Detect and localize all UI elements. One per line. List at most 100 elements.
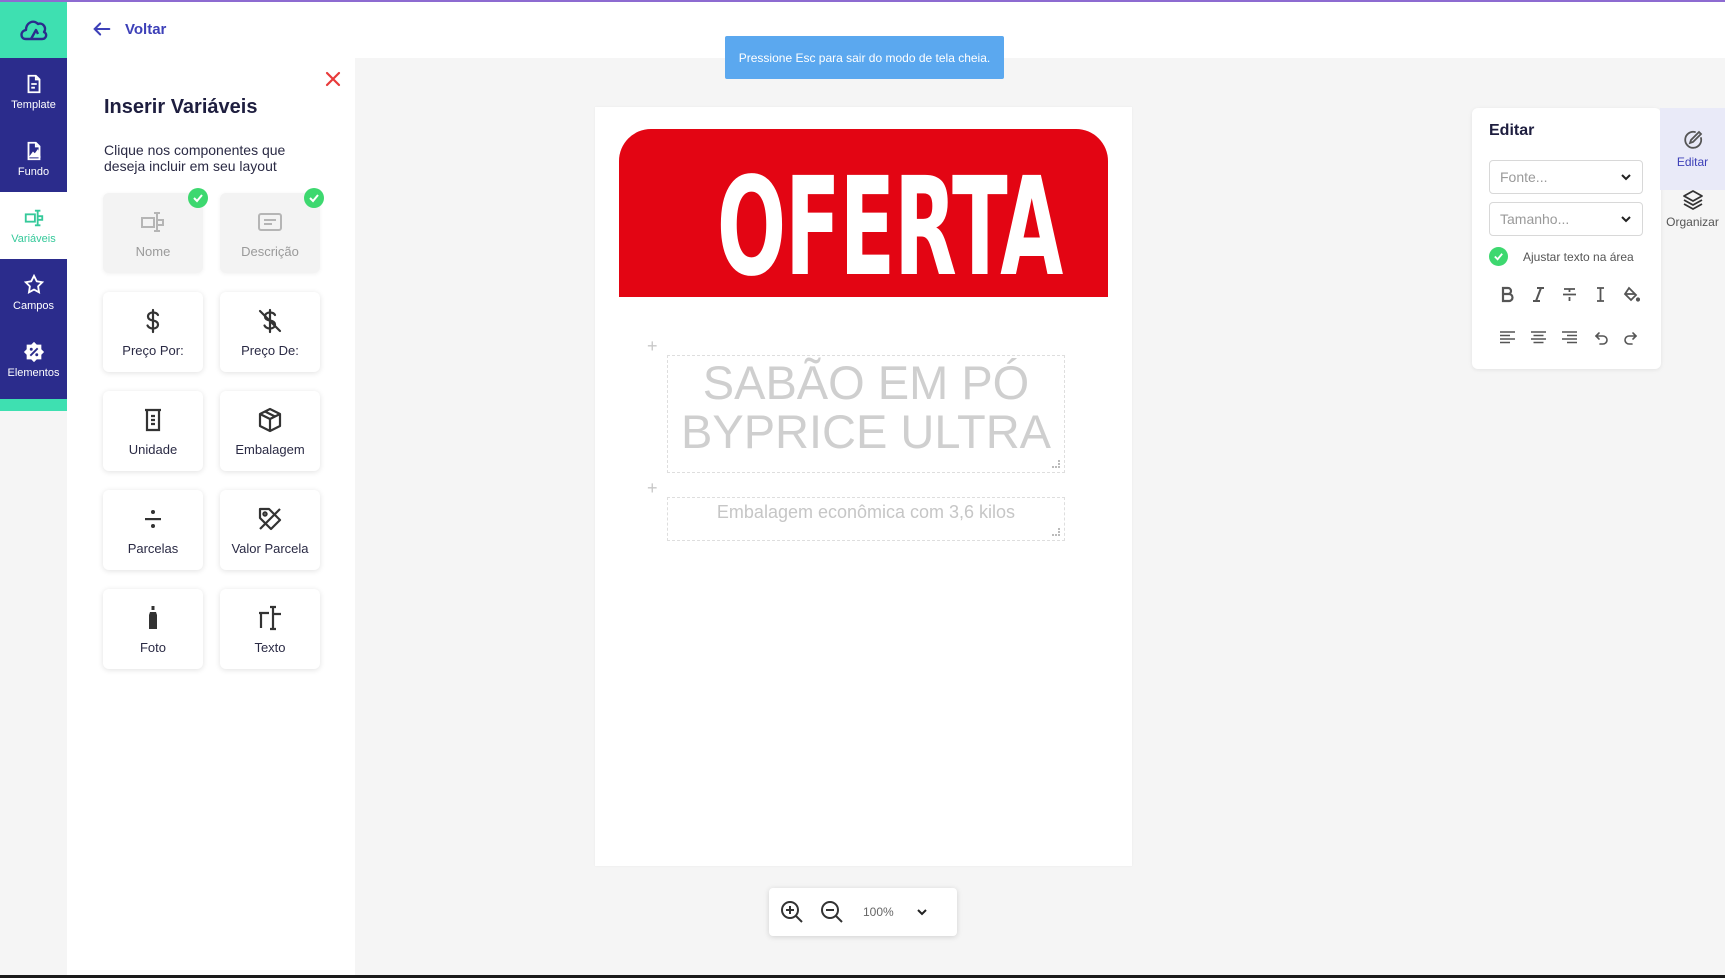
variable-card-parcelas[interactable]: Parcelas: [103, 490, 203, 570]
layers-icon: [1682, 190, 1703, 210]
zoom-controls: 100%: [769, 888, 957, 936]
elements-icon: [23, 341, 44, 362]
variable-card-texto[interactable]: Texto: [220, 589, 320, 669]
selected-check-icon: [188, 188, 208, 208]
move-handle-icon[interactable]: +: [647, 337, 658, 355]
fit-text-row: Ajustar texto na área: [1489, 247, 1634, 266]
resize-handle-icon[interactable]: [1052, 528, 1060, 536]
strikethrough-button[interactable]: [1554, 282, 1585, 306]
close-icon[interactable]: [324, 70, 342, 88]
tab-organizar-label: Organizar: [1666, 215, 1719, 229]
image-icon: [27, 141, 41, 160]
variable-card-embalagem[interactable]: Embalagem: [220, 391, 320, 471]
nav-item-fundo[interactable]: Fundo: [0, 125, 67, 192]
tab-organizar[interactable]: Organizar: [1660, 168, 1725, 250]
dollar-off-icon: [258, 308, 282, 333]
variable-card-preco-por[interactable]: Preço Por:: [103, 292, 203, 372]
nav-label-campos: Campos: [13, 299, 54, 312]
nav-item-template[interactable]: Template: [0, 58, 67, 125]
variable-card-nome[interactable]: Nome: [103, 193, 203, 273]
editor-screen: Template Fundo Variáveis Campos Elemento…: [0, 0, 1725, 978]
card-label: Parcelas: [127, 540, 179, 556]
font-select-placeholder: Fonte...: [1500, 169, 1548, 185]
move-handle-icon[interactable]: +: [647, 479, 658, 497]
fit-text-label: Ajustar texto na área: [1523, 249, 1634, 264]
card-label: Texto: [254, 639, 286, 655]
variable-card-unidade[interactable]: Unidade: [103, 391, 203, 471]
bottle-icon: [149, 605, 157, 629]
nav-menu: Template Fundo Variáveis Campos Elemento…: [0, 58, 67, 410]
variable-card-descricao[interactable]: Descrição: [220, 193, 320, 273]
italic-button[interactable]: [1523, 282, 1554, 306]
fit-text-toggle[interactable]: [1489, 247, 1508, 266]
left-rail: Template Fundo Variáveis Campos Elemento…: [0, 0, 67, 978]
undo-button[interactable]: [1585, 325, 1616, 349]
variable-card-foto[interactable]: Foto: [103, 589, 203, 669]
nav-label-template: Template: [11, 98, 56, 111]
card-label: Descrição: [241, 243, 299, 259]
undo-icon: [1594, 331, 1608, 345]
check-icon: [1494, 253, 1503, 261]
offer-banner-text: OFERTA: [716, 149, 1063, 297]
variable-card-preco-de[interactable]: Preço De:: [220, 292, 320, 372]
panel-title: Inserir Variáveis: [104, 96, 258, 118]
variable-card-valor-parcela[interactable]: Valor Parcela: [220, 490, 320, 570]
resize-handle-icon[interactable]: [1052, 460, 1060, 468]
strikethrough-icon: [1563, 287, 1576, 301]
card-label: Unidade: [128, 441, 178, 457]
card-label: Preço Por:: [122, 342, 184, 358]
tab-editar-label: Editar: [1676, 155, 1709, 169]
variables-panel: Inserir Variáveis Clique nos componentes…: [67, 58, 355, 975]
align-center-button[interactable]: [1523, 325, 1554, 349]
rail-accent: [0, 399, 67, 411]
line-height-button[interactable]: [1585, 282, 1616, 306]
design-canvas[interactable]: OFERTA + SABÃO EM PÓ BYPRICE ULTRA + Emb…: [595, 107, 1132, 866]
app-logo[interactable]: [0, 0, 67, 58]
name-field-icon: [141, 211, 164, 232]
fullscreen-toast: Pressione Esc para sair do modo de tela …: [725, 36, 1004, 79]
bold-icon: [1501, 286, 1514, 302]
nav-item-elementos[interactable]: Elementos: [0, 326, 67, 393]
divide-icon: [145, 509, 161, 528]
align-center-icon: [1531, 330, 1546, 343]
zoom-in-icon[interactable]: [779, 899, 805, 925]
italic-icon: [1533, 286, 1544, 302]
font-select[interactable]: Fonte...: [1489, 160, 1643, 194]
redo-button[interactable]: [1616, 325, 1647, 349]
nav-item-campos[interactable]: Campos: [0, 259, 67, 326]
product-name-box[interactable]: SABÃO EM PÓ BYPRICE ULTRA: [667, 355, 1065, 473]
dollar-icon: [146, 308, 160, 333]
arrow-left-icon: [93, 22, 111, 36]
card-label: Nome: [135, 243, 171, 259]
size-select-placeholder: Tamanho...: [1500, 211, 1570, 227]
align-left-button[interactable]: [1492, 325, 1523, 349]
description-icon: [258, 212, 282, 231]
back-label: Voltar: [125, 20, 167, 38]
align-right-button[interactable]: [1554, 325, 1585, 349]
zoom-out-icon[interactable]: [819, 899, 845, 925]
cloud-logo-icon: [19, 20, 47, 41]
card-label: Preço De:: [241, 342, 299, 358]
nav-item-variaveis[interactable]: Variáveis: [0, 192, 67, 259]
product-description-box[interactable]: Embalagem econômica com 3,6 kilos: [667, 497, 1065, 541]
back-button[interactable]: Voltar: [91, 18, 166, 40]
chevron-down-icon: [1621, 216, 1631, 223]
nav-label-variaveis: Variáveis: [11, 232, 56, 245]
paint-bucket-icon: [1623, 286, 1640, 302]
offer-banner[interactable]: OFERTA: [619, 129, 1108, 297]
chevron-down-icon: [1621, 174, 1631, 181]
card-label: Foto: [139, 639, 166, 655]
size-select[interactable]: Tamanho...: [1489, 202, 1643, 236]
card-label: Embalagem: [235, 441, 305, 457]
edit-circle-icon: [1683, 130, 1702, 149]
top-accent-line: [0, 0, 1725, 2]
variables-icon: [24, 209, 43, 226]
nav-label-fundo: Fundo: [17, 165, 50, 178]
zoom-value[interactable]: 100%: [863, 905, 909, 919]
chevron-down-icon[interactable]: [915, 905, 929, 919]
selected-check-icon: [304, 188, 324, 208]
align-left-icon: [1500, 330, 1515, 343]
product-description-text: Embalagem econômica com 3,6 kilos: [716, 502, 1016, 522]
bold-button[interactable]: [1492, 282, 1523, 306]
fill-color-button[interactable]: [1616, 282, 1647, 306]
